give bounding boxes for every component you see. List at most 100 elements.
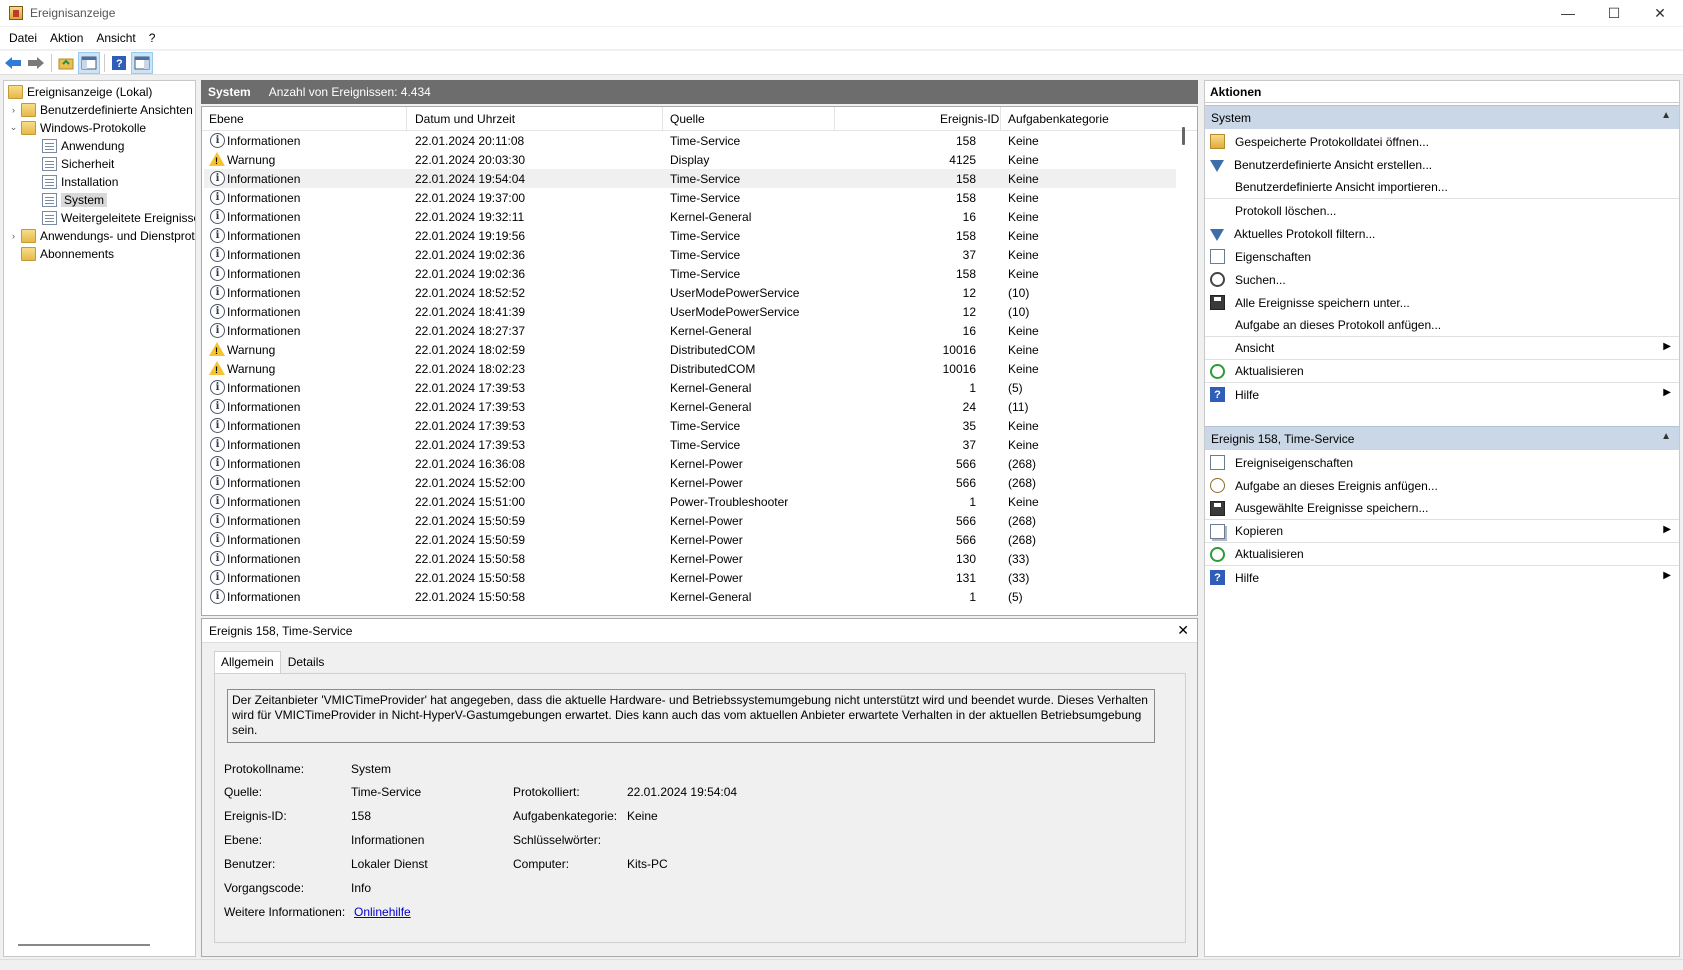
action-item[interactable]: Aktualisieren — [1205, 360, 1679, 383]
event-description[interactable]: Der Zeitanbieter 'VMICTimeProvider' hat … — [227, 689, 1155, 743]
column-header-event-id[interactable]: Ereignis-ID — [940, 112, 999, 126]
cell-date: 22.01.2024 18:02:23 — [415, 362, 526, 376]
collapse-up-icon[interactable]: ▲ — [1661, 110, 1671, 121]
collapse-up-icon[interactable]: ▲ — [1661, 431, 1671, 442]
tree-node-system[interactable]: System — [42, 191, 108, 208]
table-row[interactable]: i Informationen 22.01.2024 15:52:00 Kernel-… — [204, 473, 1176, 492]
warning-icon: ! — [209, 342, 225, 357]
column-header-level[interactable]: Ebene — [209, 112, 244, 126]
action-item[interactable]: Aktualisieren — [1205, 543, 1679, 566]
action-item[interactable]: ? Hilfe ▶ — [1205, 566, 1679, 589]
action-item[interactable]: Protokoll löschen... — [1205, 199, 1679, 222]
tree-node-custom-views[interactable]: › Benutzerdefinierte Ansichten — [8, 101, 193, 118]
close-window-button[interactable]: ✕ — [1637, 0, 1683, 26]
expand-chevron-icon[interactable]: › — [8, 105, 19, 115]
table-row[interactable]: ! Warnung 22.01.2024 20:03:30 Display 4125 Ke… — [204, 150, 1176, 169]
section-system[interactable]: System ▲ — [1205, 105, 1679, 129]
expand-chevron-icon[interactable]: › — [8, 231, 19, 241]
table-row[interactable]: i Informationen 22.01.2024 19:02:36 Time-Se… — [204, 264, 1176, 283]
action-item[interactable]: Ausgewählte Ereignisse speichern... — [1205, 497, 1679, 520]
table-row[interactable]: i Informationen 22.01.2024 17:39:53 Time-Se… — [204, 435, 1176, 454]
table-row[interactable]: i Informationen 22.01.2024 17:39:53 Kernel-… — [204, 397, 1176, 416]
table-row[interactable]: i Informationen 22.01.2024 19:19:56 Time-Se… — [204, 226, 1176, 245]
tree-node-security[interactable]: Sicherheit — [42, 155, 114, 172]
tree-node-setup[interactable]: Installation — [42, 173, 118, 190]
table-row[interactable]: i Informationen 22.01.2024 17:39:53 Time-Se… — [204, 416, 1176, 435]
help-icon[interactable]: ? — [108, 52, 130, 74]
table-row[interactable]: i Informationen 22.01.2024 19:02:36 Time-Se… — [204, 245, 1176, 264]
action-item[interactable]: Ansicht ▶ — [1205, 337, 1679, 360]
cell-date: 22.01.2024 15:50:59 — [415, 533, 526, 547]
menu-view[interactable]: Ansicht — [91, 31, 140, 45]
table-row[interactable]: i Informationen 22.01.2024 20:11:08 Time-Se… — [204, 131, 1176, 150]
folder-up-icon[interactable] — [55, 52, 77, 74]
action-item[interactable]: Aufgabe an dieses Ereignis anfügen... — [1205, 474, 1679, 497]
column-header-date[interactable]: Datum und Uhrzeit — [415, 112, 515, 126]
table-row[interactable]: i Informationen 22.01.2024 18:27:37 Kernel-… — [204, 321, 1176, 340]
cell-level: Informationen — [227, 381, 301, 395]
tree-node-subscriptions[interactable]: Abonnements — [8, 245, 114, 262]
action-item[interactable]: Aktuelles Protokoll filtern... — [1205, 222, 1679, 245]
cell-task-category: Keine — [1008, 134, 1039, 148]
action-item[interactable]: Alle Ereignisse speichern unter... — [1205, 291, 1679, 314]
menu-action[interactable]: Aktion — [45, 31, 88, 45]
information-icon: i — [210, 589, 225, 604]
table-row[interactable]: i Informationen 22.01.2024 16:36:08 Kernel-… — [204, 454, 1176, 473]
action-item[interactable]: Benutzerdefinierte Ansicht importieren..… — [1205, 176, 1679, 199]
table-row[interactable]: i Informationen 22.01.2024 18:52:52 UserMod… — [204, 283, 1176, 302]
table-row[interactable]: ! Warnung 22.01.2024 18:02:23 DistributedCO… — [204, 359, 1176, 378]
tree-node-windows-logs[interactable]: ⌄ Windows-Protokolle — [8, 119, 146, 136]
table-row[interactable]: i Informationen 22.01.2024 15:50:58 Kernel-… — [204, 568, 1176, 587]
maximize-button[interactable]: ☐ — [1591, 0, 1637, 26]
cell-date: 22.01.2024 15:50:58 — [415, 590, 526, 604]
table-row[interactable]: i Informationen 22.01.2024 15:51:00 Power-T… — [204, 492, 1176, 511]
column-header-task-category[interactable]: Aufgabenkategorie — [1008, 112, 1109, 126]
action-item[interactable]: Suchen... — [1205, 268, 1679, 291]
table-row[interactable]: i Informationen 22.01.2024 15:50:58 Kernel-… — [204, 587, 1176, 606]
table-row[interactable]: ! Warnung 22.01.2024 18:02:59 DistributedCO… — [204, 340, 1176, 359]
tree-node-app-service-logs[interactable]: › Anwendungs- und Dienstprotokolle — [8, 227, 195, 244]
action-item[interactable]: ? Hilfe ▶ — [1205, 383, 1679, 406]
forward-arrow-icon[interactable] — [25, 52, 47, 74]
cell-level: Warnung — [227, 153, 276, 167]
table-row[interactable]: i Informationen 22.01.2024 18:41:39 UserMod… — [204, 302, 1176, 321]
tree-node-application[interactable]: Anwendung — [42, 137, 124, 154]
section-event[interactable]: Ereignis 158, Time-Service ▲ — [1205, 426, 1679, 450]
table-row[interactable]: i Informationen 22.01.2024 19:54:04 Time-Se… — [204, 169, 1176, 188]
tab-general[interactable]: Allgemein — [214, 651, 281, 673]
table-row[interactable]: i Informationen 22.01.2024 19:37:00 Time-Se… — [204, 188, 1176, 207]
action-item[interactable]: Eigenschaften — [1205, 245, 1679, 268]
table-row[interactable]: i Informationen 22.01.2024 17:39:53 Kernel-… — [204, 378, 1176, 397]
tab-details[interactable]: Details — [281, 651, 332, 673]
tree-node-forwarded-events[interactable]: Weitergeleitete Ereignisse — [42, 209, 195, 226]
close-icon[interactable]: ✕ — [1177, 622, 1189, 639]
show-hide-tree-icon[interactable] — [78, 51, 100, 74]
action-pane-icon[interactable] — [131, 51, 153, 74]
menu-file[interactable]: Datei — [4, 31, 42, 45]
back-arrow-icon[interactable] — [2, 52, 24, 74]
log-header: System Anzahl von Ereignissen: 4.434 — [201, 80, 1198, 104]
table-row[interactable]: i Informationen 22.01.2024 19:32:11 Kernel-… — [204, 207, 1176, 226]
column-header-row: Ebene Datum und Uhrzeit Quelle Ereignis-… — [202, 107, 1197, 131]
cell-source: Kernel-Power — [670, 533, 743, 547]
action-item[interactable]: Aufgabe an dieses Protokoll anfügen... — [1205, 314, 1679, 337]
tree-node-root[interactable]: Ereignisanzeige (Lokal) — [8, 83, 152, 100]
action-item[interactable]: Benutzerdefinierte Ansicht erstellen... — [1205, 153, 1679, 176]
list-vertical-scrollbar[interactable] — [1182, 127, 1185, 145]
minimize-button[interactable]: — — [1545, 0, 1591, 26]
tree-horizontal-scrollbar[interactable] — [18, 944, 150, 946]
cell-level: Informationen — [227, 457, 301, 471]
cell-date: 22.01.2024 17:39:53 — [415, 381, 526, 395]
table-row[interactable]: i Informationen 22.01.2024 15:50:58 Kernel-… — [204, 549, 1176, 568]
table-row[interactable]: i Informationen 22.01.2024 15:50:59 Kernel-… — [204, 530, 1176, 549]
collapse-chevron-icon[interactable]: ⌄ — [8, 122, 19, 133]
action-item[interactable]: Gespeicherte Protokolldatei öffnen... — [1205, 130, 1679, 153]
action-item[interactable]: Ereigniseigenschaften — [1205, 451, 1679, 474]
information-icon: i — [210, 494, 225, 509]
action-item[interactable]: Kopieren ▶ — [1205, 520, 1679, 543]
cell-task-category: Keine — [1008, 267, 1039, 281]
online-help-link[interactable]: Onlinehilfe — [354, 905, 411, 919]
column-header-source[interactable]: Quelle — [670, 112, 705, 126]
menu-help[interactable]: ? — [144, 31, 161, 45]
table-row[interactable]: i Informationen 22.01.2024 15:50:59 Kernel-… — [204, 511, 1176, 530]
